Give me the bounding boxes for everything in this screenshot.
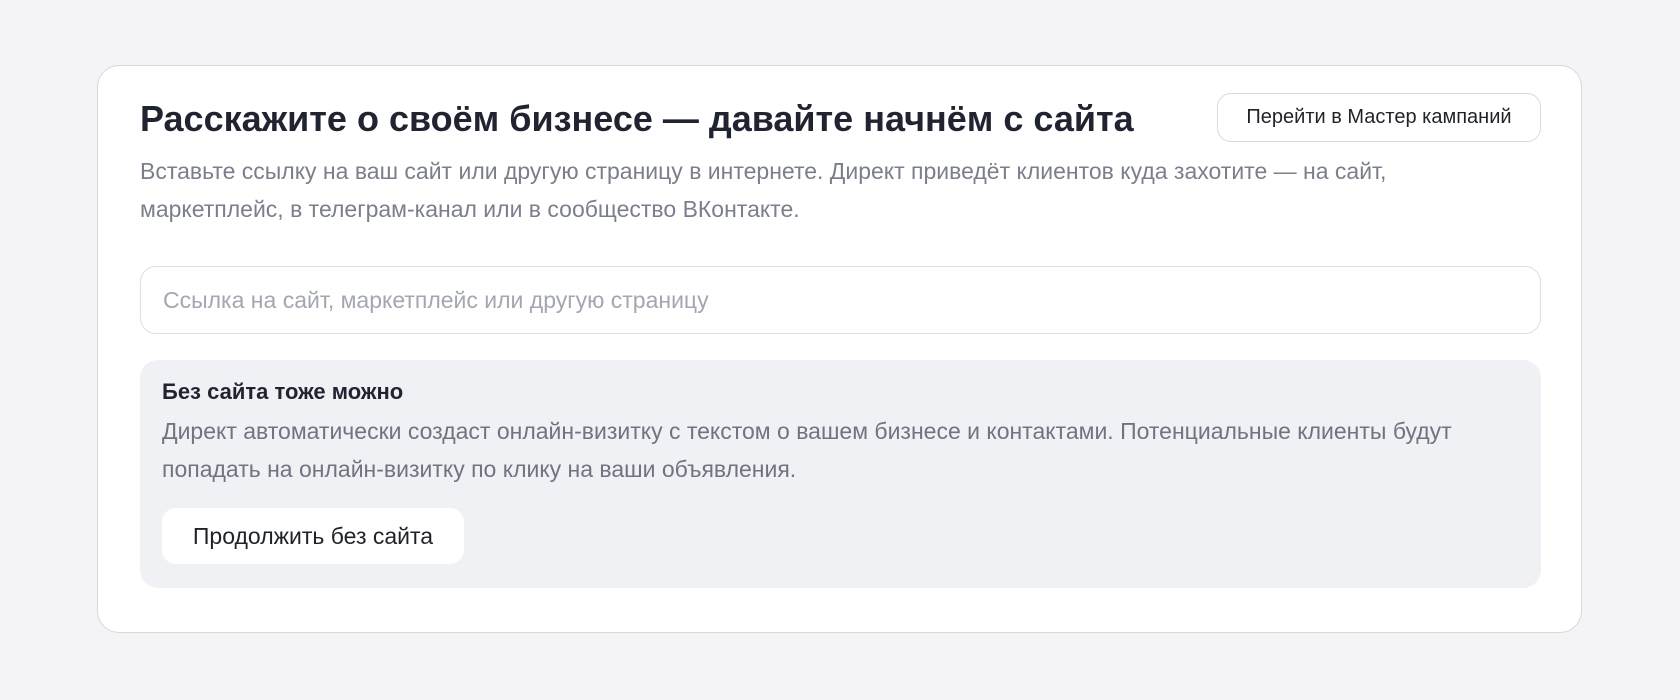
page-title: Расскажите о своём бизнесе — давайте нач… — [140, 98, 1134, 139]
no-site-title: Без сайта тоже можно — [162, 379, 404, 404]
no-site-description: Директ автоматически создаст онлайн-визи… — [162, 418, 1452, 482]
page-subtitle: Вставьте ссылку на ваш сайт или другую с… — [140, 158, 1387, 222]
no-site-panel: Без сайта тоже можно Директ автоматическ… — [140, 360, 1541, 588]
business-setup-card: Расскажите о своём бизнесе — давайте нач… — [97, 65, 1582, 633]
campaign-master-button[interactable]: Перейти в Мастер кампаний — [1217, 93, 1541, 142]
site-url-input[interactable] — [140, 266, 1541, 334]
continue-without-site-button[interactable]: Продолжить без сайта — [162, 508, 464, 564]
